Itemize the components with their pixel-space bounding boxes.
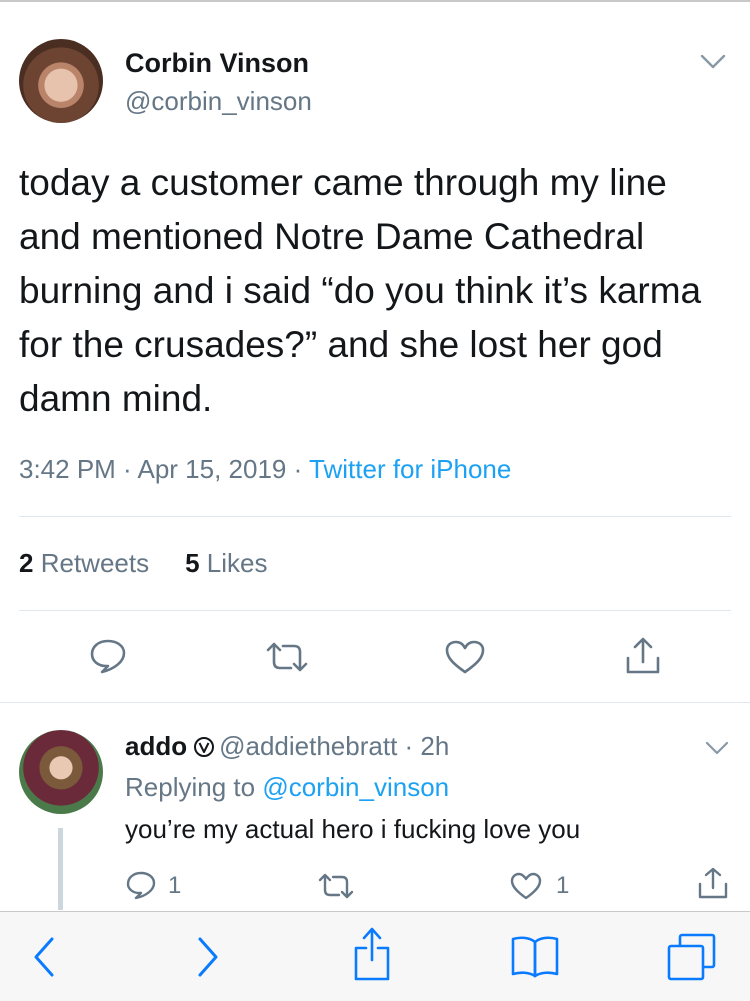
meta-separator: ·	[397, 731, 421, 761]
reply-author-name[interactable]: addo	[125, 731, 187, 761]
tweet-stats: 2 Retweets 5 Likes	[19, 548, 268, 579]
author-handle[interactable]: @corbin_vinson	[125, 86, 312, 117]
replying-to-link[interactable]: @corbin_vinson	[262, 772, 449, 802]
author-name[interactable]: Corbin Vinson	[125, 48, 309, 79]
reply-header: addo @addiethebratt · 2h	[125, 731, 449, 762]
forward-button[interactable]	[196, 935, 220, 979]
tweet-meta: 3:42 PM · Apr 15, 2019 · Twitter for iPh…	[19, 454, 511, 485]
meta-separator: ·	[115, 454, 138, 484]
reply-retweet-button[interactable]	[317, 872, 355, 900]
chevron-down-icon[interactable]	[700, 54, 726, 70]
author-avatar[interactable]	[19, 39, 103, 123]
meta-separator: ·	[286, 454, 310, 484]
tweet-time: 3:42 PM	[19, 454, 116, 484]
reply-avatar[interactable]	[19, 730, 103, 814]
verified-badge-icon	[194, 737, 215, 757]
reply-reply-button[interactable]	[125, 870, 157, 900]
chevron-down-icon[interactable]	[705, 741, 729, 755]
tabs-button[interactable]	[666, 932, 718, 982]
tweet-date: Apr 15, 2019	[137, 454, 287, 484]
retweets-label: Retweets	[40, 548, 150, 578]
retweets-count: 2	[19, 548, 34, 578]
divider	[19, 610, 731, 611]
tweet-source-link[interactable]: Twitter for iPhone	[309, 454, 511, 484]
reply-reply-count: 1	[168, 872, 182, 899]
reply-like-count: 1	[556, 872, 570, 899]
reply-author-handle[interactable]: @addiethebratt	[219, 731, 397, 761]
back-button[interactable]	[32, 935, 56, 979]
likes-count: 5	[185, 548, 200, 578]
likes-label: Likes	[206, 548, 268, 578]
likes-stat[interactable]: 5 Likes	[185, 548, 267, 578]
replying-to: Replying to @corbin_vinson	[125, 772, 449, 803]
reply-share-button[interactable]	[697, 866, 729, 900]
share-button[interactable]	[624, 636, 662, 676]
retweets-stat[interactable]: 2 Retweets	[19, 548, 149, 578]
bookmarks-button[interactable]	[510, 934, 560, 978]
top-border	[0, 0, 750, 2]
replying-prefix: Replying to	[125, 772, 256, 802]
share-page-button[interactable]	[352, 926, 392, 982]
divider	[0, 702, 750, 703]
retweet-button[interactable]	[264, 640, 310, 674]
reply-text: you’re my actual hero i fucking love you	[125, 814, 581, 844]
reply-like-button[interactable]	[509, 871, 543, 901]
like-button[interactable]	[444, 639, 486, 675]
reply-button[interactable]	[88, 638, 128, 674]
browser-toolbar	[0, 911, 750, 1001]
divider	[19, 516, 731, 517]
reply-age: 2h	[420, 731, 450, 761]
thread-line	[58, 828, 63, 910]
tweet-text: today a customer came through my line an…	[19, 162, 702, 419]
